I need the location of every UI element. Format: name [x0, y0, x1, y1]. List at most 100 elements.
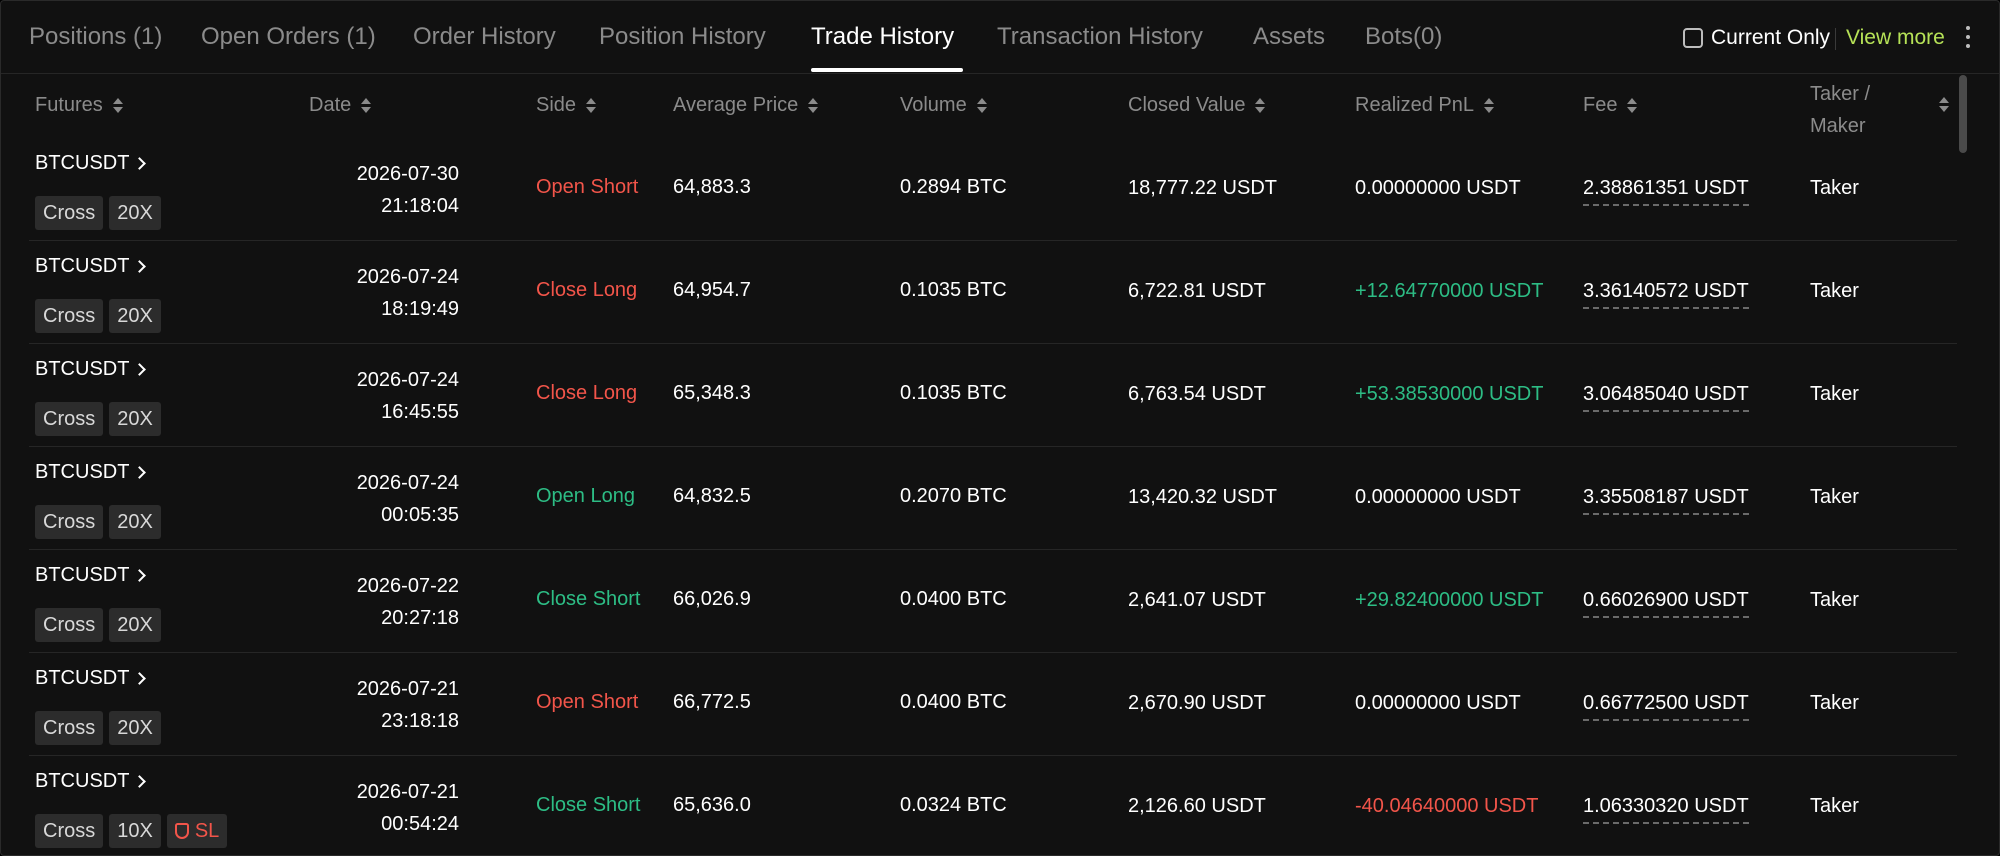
- fee-value[interactable]: 3.36140572 USDT: [1583, 280, 1749, 309]
- tab-open-orders[interactable]: Open Orders (1): [201, 23, 376, 51]
- view-more-link[interactable]: View more: [1846, 26, 1945, 50]
- taker-maker: Taker: [1810, 692, 1859, 714]
- trade-side: Close Long: [536, 279, 638, 301]
- sort-icon: [361, 97, 372, 115]
- table-row: BTCUSDT Cross 10X SL 2026-07-21 00:54:24 …: [29, 756, 1957, 855]
- fee-value[interactable]: 2.38861351 USDT: [1583, 177, 1749, 206]
- symbol-link[interactable]: BTCUSDT: [35, 770, 147, 793]
- more-options-icon[interactable]: [1963, 26, 1973, 50]
- sort-icon: [1483, 97, 1494, 115]
- taker-maker: Taker: [1810, 795, 1859, 817]
- header-label-line: Taker /: [1810, 83, 1871, 105]
- realized-pnl: +29.82400000 USDT: [1355, 589, 1544, 611]
- column-header-realized-pnl[interactable]: Realized PnL: [1355, 94, 1494, 117]
- scrollbar-thumb[interactable]: [1959, 75, 1967, 153]
- sort-icon[interactable]: [1939, 96, 1949, 114]
- trade-side: Open Short: [536, 176, 639, 198]
- leverage-badge: 20X: [109, 402, 161, 436]
- average-price: 65,636.0: [673, 794, 751, 816]
- trade-side: Open Short: [536, 691, 639, 713]
- symbol-link[interactable]: BTCUSDT: [35, 358, 147, 381]
- closed-value: 13,420.32 USDT: [1128, 486, 1277, 508]
- tab-position-history[interactable]: Position History: [599, 23, 766, 51]
- tab-order-history[interactable]: Order History: [413, 23, 556, 51]
- tab-assets[interactable]: Assets: [1253, 23, 1325, 51]
- fee-value[interactable]: 0.66772500 USDT: [1583, 692, 1749, 721]
- trade-date: 2026-07-24 18:19:49: [356, 266, 459, 320]
- closed-value: 2,126.60 USDT: [1128, 795, 1266, 817]
- stop-loss-badge: SL: [166, 814, 228, 848]
- realized-pnl: 0.00000000 USDT: [1355, 486, 1521, 508]
- chevron-right-icon: [133, 775, 147, 788]
- realized-pnl: +12.64770000 USDT: [1355, 280, 1544, 302]
- column-header-volume[interactable]: Volume: [900, 94, 987, 117]
- realized-pnl: 0.00000000 USDT: [1355, 177, 1521, 199]
- trade-side: Open Long: [536, 485, 635, 507]
- toolbar-divider: [1835, 28, 1836, 50]
- tab-transaction-history[interactable]: Transaction History: [997, 23, 1203, 51]
- table-row: BTCUSDT Cross 20X 2026-07-30 21:18:04 Open…: [29, 138, 1957, 241]
- volume: 0.0400 BTC: [900, 588, 1007, 610]
- realized-pnl: +53.38530000 USDT: [1355, 383, 1544, 405]
- closed-value: 6,763.54 USDT: [1128, 383, 1266, 405]
- closed-value: 6,722.81 USDT: [1128, 280, 1266, 302]
- tab-bots[interactable]: Bots(0): [1365, 23, 1442, 51]
- trade-side: Close Short: [536, 588, 641, 610]
- trade-date: 2026-07-21 23:18:18: [356, 678, 459, 732]
- margin-mode-badge: Cross: [35, 608, 104, 642]
- trade-history-panel: Positions (1) Open Orders (1) Order Hist…: [0, 0, 2000, 856]
- column-header-date[interactable]: Date: [309, 94, 372, 117]
- sort-icon: [976, 97, 987, 115]
- average-price: 65,348.3: [673, 382, 751, 404]
- taker-maker: Taker: [1810, 383, 1859, 405]
- leverage-badge: 20X: [109, 299, 161, 333]
- table-row: BTCUSDT Cross 20X 2026-07-24 00:05:35 Open…: [29, 447, 1957, 550]
- column-header-taker-maker[interactable]: Taker / Maker: [1810, 78, 1870, 142]
- leverage-badge: 20X: [109, 196, 161, 230]
- column-header-fee[interactable]: Fee: [1583, 94, 1638, 117]
- fee-value[interactable]: 0.66026900 USDT: [1583, 589, 1749, 618]
- symbol-link[interactable]: BTCUSDT: [35, 152, 147, 175]
- taker-maker: Taker: [1810, 486, 1859, 508]
- sort-icon: [808, 97, 819, 115]
- column-header-futures[interactable]: Futures: [35, 94, 123, 117]
- symbol-link[interactable]: BTCUSDT: [35, 564, 147, 587]
- fee-value[interactable]: 3.06485040 USDT: [1583, 383, 1749, 412]
- trade-date: 2026-07-22 20:27:18: [356, 575, 459, 629]
- sort-icon: [112, 97, 123, 115]
- column-header-side[interactable]: Side: [536, 94, 597, 117]
- symbol-link[interactable]: BTCUSDT: [35, 461, 147, 484]
- chevron-right-icon: [133, 363, 147, 376]
- current-only-checkbox[interactable]: [1683, 28, 1703, 48]
- volume: 0.0400 BTC: [900, 691, 1007, 713]
- margin-mode-badge: Cross: [35, 505, 104, 539]
- active-tab-indicator: [811, 68, 963, 72]
- symbol-link[interactable]: BTCUSDT: [35, 255, 147, 278]
- current-only-toggle[interactable]: Current Only: [1683, 26, 1830, 50]
- margin-mode-badge: Cross: [35, 299, 104, 333]
- trade-side: Close Short: [536, 794, 641, 816]
- table-row: BTCUSDT Cross 20X 2026-07-22 20:27:18 Clos…: [29, 550, 1957, 653]
- fee-value[interactable]: 1.06330320 USDT: [1583, 795, 1749, 824]
- taker-maker: Taker: [1810, 589, 1859, 611]
- sort-icon: [1627, 97, 1638, 115]
- symbol-link[interactable]: BTCUSDT: [35, 667, 147, 690]
- leverage-badge: 20X: [109, 711, 161, 745]
- volume: 0.1035 BTC: [900, 382, 1007, 404]
- trade-side: Close Long: [536, 382, 638, 404]
- volume: 0.2894 BTC: [900, 176, 1007, 198]
- table-row: BTCUSDT Cross 20X 2026-07-21 23:18:18 Open…: [29, 653, 1957, 756]
- fee-value[interactable]: 3.35508187 USDT: [1583, 486, 1749, 515]
- taker-maker: Taker: [1810, 177, 1859, 199]
- tab-positions[interactable]: Positions (1): [29, 23, 162, 51]
- sort-icon: [1255, 97, 1266, 115]
- margin-mode-badge: Cross: [35, 402, 104, 436]
- taker-maker: Taker: [1810, 280, 1859, 302]
- chevron-right-icon: [133, 569, 147, 582]
- table-row: BTCUSDT Cross 20X 2026-07-24 18:19:49 Clos…: [29, 241, 1957, 344]
- column-header-closed-value[interactable]: Closed Value: [1128, 94, 1266, 117]
- closed-value: 2,670.90 USDT: [1128, 692, 1266, 714]
- tab-trade-history[interactable]: Trade History: [811, 23, 954, 51]
- current-only-label: Current Only: [1711, 26, 1831, 49]
- column-header-average-price[interactable]: Average Price: [673, 94, 819, 117]
